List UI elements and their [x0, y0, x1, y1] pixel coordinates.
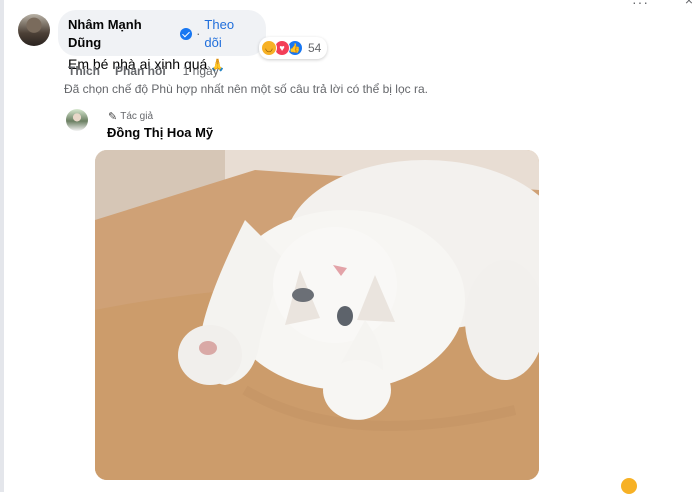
like-button[interactable]: Thích	[68, 64, 100, 78]
close-icon[interactable]: ×	[685, 0, 693, 8]
comment-actions: Thích Phản hồi 1 ngày	[68, 64, 219, 78]
reactions-summary[interactable]: ◡ ♥ 👍 54	[259, 37, 328, 59]
author-badge: ✎ Tác giả	[108, 110, 153, 123]
reaction-count: 54	[308, 41, 322, 55]
reply-gif-image[interactable]	[95, 150, 539, 480]
cat-illustration	[95, 150, 539, 480]
reply-author[interactable]: Đồng Thị Hoa Mỹ	[107, 125, 213, 140]
pencil-icon: ✎	[108, 111, 118, 123]
separator: ·	[196, 26, 201, 41]
comment-author[interactable]: Nhâm Mạnh Dũng	[68, 16, 176, 52]
comment-bubble: Nhâm Mạnh Dũng · Theo dõi Em bé nhà ai x…	[58, 10, 266, 72]
avatar[interactable]	[18, 14, 50, 46]
more-options-icon[interactable]: ···	[632, 0, 649, 10]
reply-button[interactable]: Phản hồi	[115, 64, 166, 78]
comment-timestamp[interactable]: 1 ngày	[183, 64, 219, 78]
reply-avatar[interactable]	[66, 109, 88, 131]
comment-header: Nhâm Mạnh Dũng · Theo dõi	[68, 16, 254, 52]
haha-reaction-icon: ◡	[261, 40, 277, 56]
follow-button[interactable]: Theo dõi	[204, 16, 254, 52]
left-edge-divider	[0, 0, 4, 492]
verified-badge-icon	[180, 28, 193, 40]
author-badge-label: Tác giả	[120, 111, 154, 122]
filter-notice: Đã chọn chế độ Phù hợp nhất nên một số c…	[64, 82, 428, 96]
